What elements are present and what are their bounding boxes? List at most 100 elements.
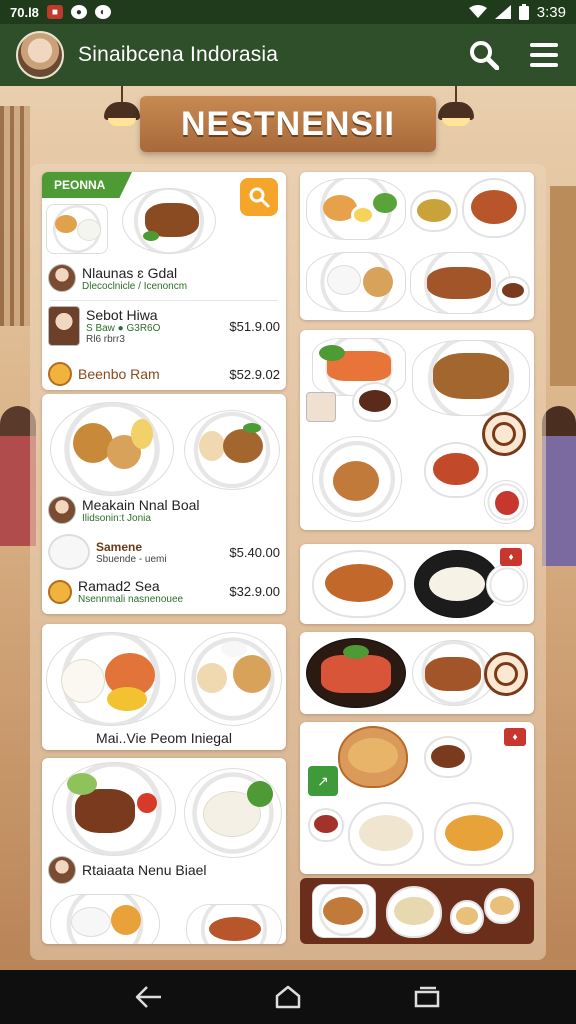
menu-card-1[interactable]: PEONNA Nlaunas ɛ Gdal Dlecoclnicle / Ice… [42, 172, 286, 390]
chef-thumbnail [48, 306, 80, 346]
dish-card-2[interactable] [300, 330, 534, 530]
award-icon [482, 412, 526, 456]
recents-icon [414, 986, 439, 1008]
avatar[interactable] [16, 31, 64, 79]
app-bar: Sinaibcena Indorasia [0, 24, 576, 86]
divider [50, 300, 278, 301]
pendant-lamp-left [102, 86, 142, 126]
food-plate [186, 904, 282, 944]
chef-thumbnail [48, 496, 76, 524]
food-plate [184, 768, 282, 858]
spicy-tag-icon: ♦ [500, 548, 522, 566]
item-badge-icon [48, 362, 72, 386]
wifi-icon [468, 5, 487, 18]
battery-icon [518, 4, 529, 20]
menu-item[interactable]: Rtaiaata Nenu Biael [48, 856, 280, 884]
status-clock: 3:39 [536, 3, 566, 21]
menu-item[interactable]: Sebot Hiwa S Baw ● G3R6O Rl6 rbrr3 $51.9… [48, 306, 280, 346]
food-plate [312, 436, 402, 522]
pendant-lamp-right [436, 86, 476, 126]
side-plate [486, 564, 528, 606]
restaurant-sign: NESTNENSII [140, 96, 436, 152]
food-plate [46, 632, 176, 726]
food-plate [306, 252, 406, 312]
back-button[interactable] [129, 977, 169, 1017]
category-ribbon: PEONNA [42, 172, 132, 198]
rice-thumbnail [48, 534, 90, 570]
menu-icon [530, 43, 558, 67]
dish-thumbnail [306, 392, 336, 422]
side-bowl [410, 190, 458, 232]
chef-thumbnail [48, 856, 76, 884]
soup-bowl [424, 442, 488, 498]
item-price: $32.9.00 [229, 584, 280, 599]
food-plate [410, 252, 510, 314]
sauce-bowl [352, 382, 398, 422]
food-plate [184, 632, 282, 726]
sauce-bowl [496, 276, 530, 306]
food-plate [312, 884, 376, 938]
card-search-button[interactable] [240, 178, 278, 216]
chili-tag-icon: ♦ [504, 728, 526, 746]
food-plate [50, 402, 174, 496]
soup-bowl [462, 178, 526, 238]
dish-card-5[interactable]: ↗ ♦ [300, 722, 534, 874]
chef-thumbnail [48, 264, 76, 292]
food-plate [50, 894, 160, 944]
food-plate [52, 762, 176, 856]
tea-cup [484, 888, 520, 924]
recents-button[interactable] [407, 977, 447, 1017]
menu-item[interactable]: Ramad2 Sea Nsennmali nasnenouee $32.9.00 [48, 578, 280, 605]
soup-bowl [312, 550, 406, 618]
dish-strip[interactable] [300, 878, 534, 944]
award-icon [484, 652, 528, 696]
status-bar: 70.l8 ■ ● ◐ 3:39 [0, 0, 576, 24]
dish-card-1[interactable] [300, 172, 534, 320]
app-notification-icon: ◐ [94, 5, 111, 19]
menu-item[interactable]: Meakain Nnal Boal Ilidsonin:t Jonia [48, 496, 280, 524]
item-price: $5.40.00 [229, 544, 280, 560]
item-price: $51.9.00 [229, 318, 280, 334]
food-plate [306, 638, 406, 708]
record-icon: ● [70, 5, 87, 19]
dish-card-3[interactable]: ♦ [300, 544, 534, 624]
menu-item[interactable]: Beenbo Ram $52.9.02 [48, 362, 280, 386]
food-plate [484, 480, 528, 524]
item-badge-icon [48, 579, 72, 604]
menu-item[interactable]: Nlaunas ɛ Gdal Dlecoclnicle / Icenoncm [48, 264, 280, 292]
soup-bowl [434, 802, 514, 866]
rice-bowl [338, 726, 408, 788]
rice-bowl [386, 886, 442, 938]
diner-figure-right [542, 406, 576, 566]
status-left-text: 70.l8 [10, 4, 39, 20]
item-price: $52.9.02 [229, 366, 280, 382]
menu-card-3[interactable]: Mai..Vie Peom Iniegal [42, 624, 286, 750]
food-plate [306, 178, 406, 240]
search-icon [249, 187, 270, 208]
system-nav-bar [0, 970, 576, 1024]
sauce-bowl [308, 808, 344, 842]
wall-lattice [0, 106, 30, 326]
dish-card-4[interactable] [300, 632, 534, 714]
food-plate [412, 340, 530, 416]
tea-cup [450, 900, 484, 934]
veg-tag-icon: ↗ [308, 766, 338, 796]
food-plate [46, 204, 108, 254]
search-icon [470, 41, 499, 70]
home-icon [275, 985, 301, 1009]
card-title: Mai..Vie Peom Iniegal [96, 730, 232, 746]
home-button[interactable] [268, 977, 308, 1017]
app-title: Sinaibcena Indorasia [78, 43, 279, 66]
menu-card-2[interactable]: Meakain Nnal Boal Ilidsonin:t Jonia Same… [42, 394, 286, 614]
wall-panel [550, 186, 576, 386]
soup-bowl [348, 802, 424, 866]
signal-icon [494, 5, 511, 19]
food-plate [122, 188, 216, 254]
menu-item[interactable]: Samene Sbuende - uemi $5.40.00 [48, 534, 280, 570]
menu-button[interactable] [528, 39, 560, 71]
food-plate [184, 410, 280, 490]
search-button[interactable] [468, 39, 500, 71]
side-bowl [424, 736, 472, 778]
menu-card-4[interactable]: Rtaiaata Nenu Biael [42, 758, 286, 944]
notification-icon: ■ [46, 5, 63, 19]
